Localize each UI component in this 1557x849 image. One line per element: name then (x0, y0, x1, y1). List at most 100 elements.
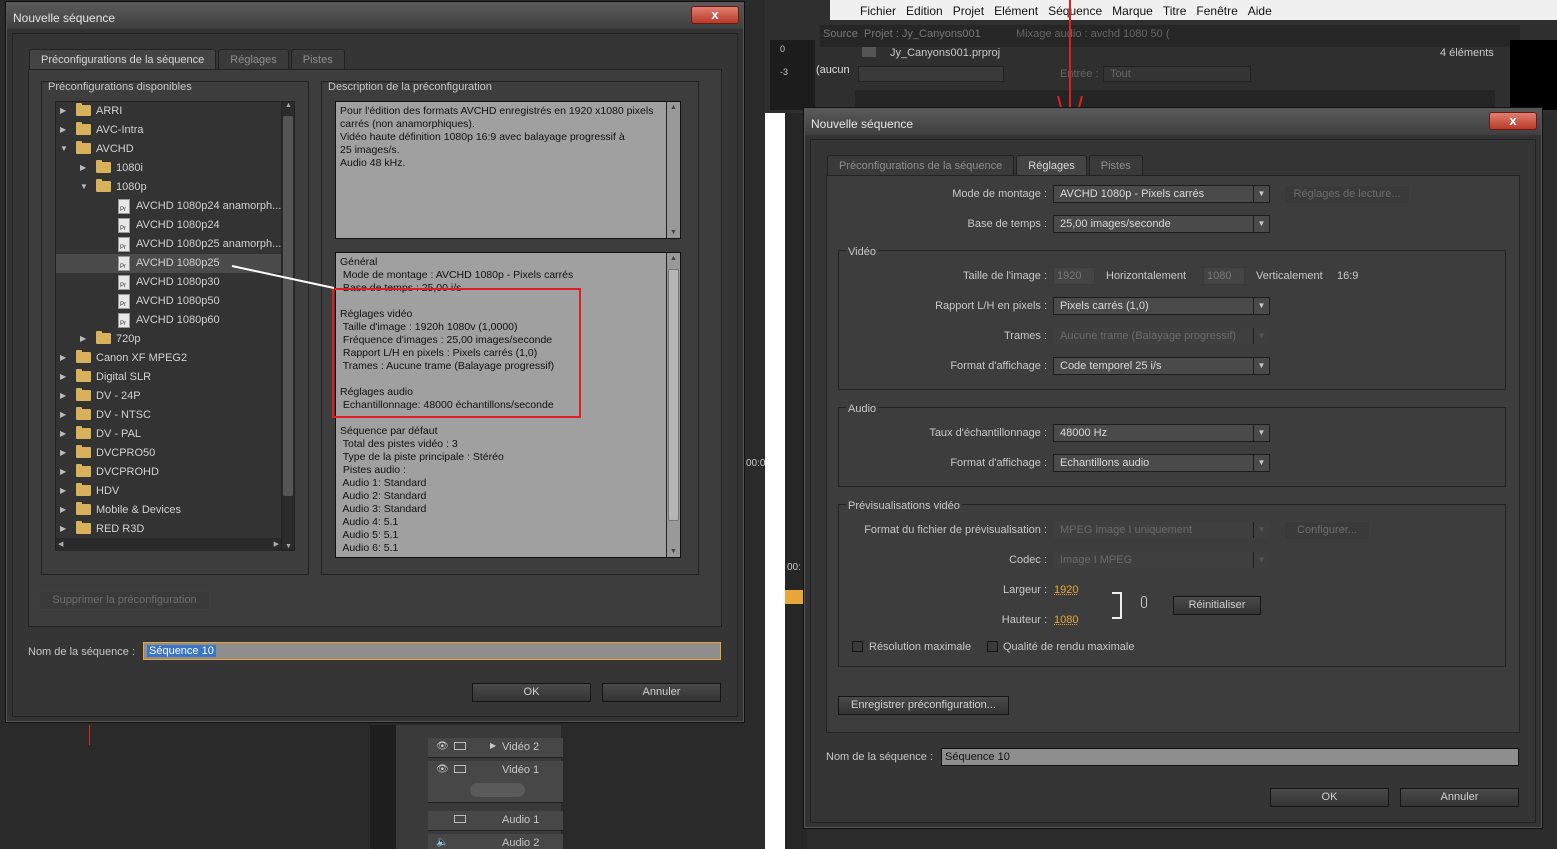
film-icon[interactable] (454, 815, 466, 823)
source-tab[interactable]: Source (823, 28, 858, 40)
collapsed-icon[interactable]: ▶ (80, 334, 86, 343)
menu-item[interactable]: Elément (989, 0, 1043, 20)
max-resolution-checkbox[interactable] (852, 641, 863, 652)
menu-item[interactable]: Aide (1243, 0, 1277, 20)
details-scrollbar[interactable]: ▲ ▼ (666, 253, 680, 557)
scroll-up-icon[interactable]: ▲ (285, 102, 292, 109)
scroll-down-icon[interactable]: ▼ (670, 229, 677, 236)
editing-mode-select[interactable]: AVCHD 1080p - Pixels carrés ▼ (1053, 185, 1270, 203)
scroll-down-icon[interactable]: ▼ (285, 543, 292, 550)
menu-item[interactable]: Fenêtre (1191, 0, 1242, 20)
scroll-up-icon[interactable]: ▲ (670, 255, 677, 262)
collapsed-icon[interactable]: ▶ (60, 372, 66, 381)
preset-folder[interactable]: ▶ AVC-Intra (56, 121, 282, 140)
collapsed-icon[interactable]: ▶ (60, 125, 66, 134)
preset-folder[interactable]: ▶ DV - NTSC (56, 406, 282, 425)
preset-item[interactable]: AVCHD 1080p60 (56, 311, 282, 330)
preset-folder[interactable]: ▶ DVCPRO50 (56, 444, 282, 463)
collapsed-icon[interactable]: ▶ (60, 353, 66, 362)
scroll-left-icon[interactable]: ◀ (58, 540, 63, 548)
description-scrollbar[interactable]: ▲ ▼ (666, 102, 680, 238)
preset-item[interactable]: AVCHD 1080p50 (56, 292, 282, 311)
tab-tracks[interactable]: Pistes (290, 49, 345, 69)
timebase-select[interactable]: 25,00 images/seconde ▼ (1053, 215, 1270, 233)
film-icon[interactable] (454, 765, 466, 773)
playback-settings-button[interactable]: Réglages de lecture... (1284, 185, 1410, 204)
preset-folder[interactable]: ▶ Digital SLR (56, 368, 282, 387)
eye-icon[interactable]: 👁 (436, 741, 449, 752)
tree-scrollbar[interactable]: ▲ ▼ (281, 102, 294, 550)
preset-tree[interactable]: ▶ ARRI ▶ AVC-Intra ▼ AVCHD ▶ 1080i ▼ 1080p AVCHD 1… (55, 101, 295, 551)
collapsed-icon[interactable]: ▶ (80, 163, 86, 172)
collapsed-icon[interactable]: ▶ (60, 106, 66, 115)
width-value[interactable]: 1920 (1054, 584, 1078, 596)
tab-presets[interactable]: Préconfigurations de la séquence (29, 49, 217, 69)
track-audio1[interactable]: Audio 1 (428, 811, 563, 831)
pixel-aspect-select[interactable]: Pixels carrés (1,0) ▼ (1053, 297, 1270, 315)
frame-height-input[interactable]: 1080 (1203, 267, 1245, 285)
menu-item[interactable]: Projet (948, 0, 989, 20)
cancel-button[interactable]: Annuler (1400, 788, 1519, 807)
preset-folder[interactable]: ▶ DV - 24P (56, 387, 282, 406)
collapsed-icon[interactable]: ▶ (60, 486, 66, 495)
max-quality-checkbox[interactable] (987, 641, 998, 652)
preset-folder[interactable]: ▶ Canon XF MPEG2 (56, 349, 282, 368)
ok-button[interactable]: OK (1270, 788, 1389, 807)
preset-item[interactable]: AVCHD 1080p25 anamorph... (56, 235, 282, 254)
menu-item[interactable]: Marque (1107, 0, 1158, 20)
scroll-thumb[interactable] (668, 269, 679, 521)
preset-item[interactable]: AVCHD 1080p24 anamorph... (56, 197, 282, 216)
scroll-up-icon[interactable]: ▲ (670, 104, 677, 111)
fields-select[interactable]: Aucune trame (Balayage progressif) ▼ (1053, 327, 1270, 345)
collapsed-icon[interactable]: ▶ (60, 429, 66, 438)
scroll-down-icon[interactable]: ▼ (670, 548, 677, 555)
project-search-input[interactable] (858, 66, 1004, 82)
delete-preset-button[interactable]: Supprimer la préconfiguration (39, 591, 210, 610)
collapsed-icon[interactable]: ▶ (60, 448, 66, 457)
tab-settings[interactable]: Réglages (218, 49, 289, 69)
mix-tab[interactable]: Mixage audio : avchd 1080 50 ( (1016, 28, 1170, 40)
keyframe-control[interactable] (470, 783, 525, 797)
preset-folder[interactable]: ▼ AVCHD (56, 140, 282, 159)
display-format-select[interactable]: Code temporel 25 i/s ▼ (1053, 357, 1270, 375)
tab-presets[interactable]: Préconfigurations de la séquence (827, 155, 1015, 175)
save-preset-button[interactable]: Enregistrer préconfiguration... (838, 696, 1009, 715)
track-video2[interactable]: 👁 ▶ Vidéo 2 (428, 738, 563, 758)
sample-rate-select[interactable]: 48000 Hz ▼ (1053, 424, 1270, 442)
expanded-icon[interactable]: ▼ (80, 182, 88, 191)
close-button[interactable]: x (1489, 112, 1537, 130)
preset-folder[interactable]: ▶ 1080i (56, 159, 282, 178)
menu-item[interactable]: Edition (901, 0, 948, 20)
close-button[interactable]: x (691, 6, 739, 24)
entree-select[interactable]: Tout (1103, 66, 1251, 82)
collapsed-icon[interactable]: ▶ (60, 410, 66, 419)
eye-icon[interactable]: 👁 (436, 764, 449, 775)
cancel-button[interactable]: Annuler (602, 683, 721, 702)
preset-folder[interactable]: ▶ RED R3D (56, 520, 282, 539)
preset-folder[interactable]: ▼ 1080p (56, 178, 282, 197)
track-video1[interactable]: 👁 Vidéo 1 (428, 761, 563, 803)
scroll-thumb[interactable] (283, 116, 293, 496)
project-tab[interactable]: Projet : Jy_Canyons001 (864, 28, 981, 40)
menu-item[interactable]: Fichier (855, 0, 901, 20)
codec-select[interactable]: Image I MPEG ▼ (1053, 551, 1270, 569)
preset-folder[interactable]: ▶ DVCPROHD (56, 463, 282, 482)
expanded-icon[interactable]: ▼ (60, 144, 68, 153)
scroll-right-icon[interactable]: ▶ (274, 540, 279, 548)
menu-item[interactable]: Titre (1158, 0, 1192, 20)
collapsed-icon[interactable]: ▶ (60, 391, 66, 400)
preset-folder[interactable]: ▶ DV - PAL (56, 425, 282, 444)
sequence-name-input[interactable]: Séquence 10 (941, 748, 1519, 766)
collapsed-icon[interactable]: ▶ (60, 467, 66, 476)
configure-button[interactable]: Configurer... (1284, 521, 1370, 540)
chain-link-icon[interactable] (1141, 596, 1147, 608)
ok-button[interactable]: OK (472, 683, 591, 702)
preset-folder[interactable]: ▶ 720p (56, 330, 282, 349)
preset-folder[interactable]: ▶ ARRI (56, 102, 282, 121)
tab-settings[interactable]: Réglages (1016, 155, 1087, 175)
speaker-icon[interactable]: 🔈 (436, 837, 448, 848)
tree-hscrollbar[interactable]: ◀ ▶ (56, 538, 281, 551)
preset-folder[interactable]: ▶ Mobile & Devices (56, 501, 282, 520)
film-icon[interactable] (454, 742, 466, 750)
frame-width-input[interactable]: 1920 (1053, 267, 1095, 285)
